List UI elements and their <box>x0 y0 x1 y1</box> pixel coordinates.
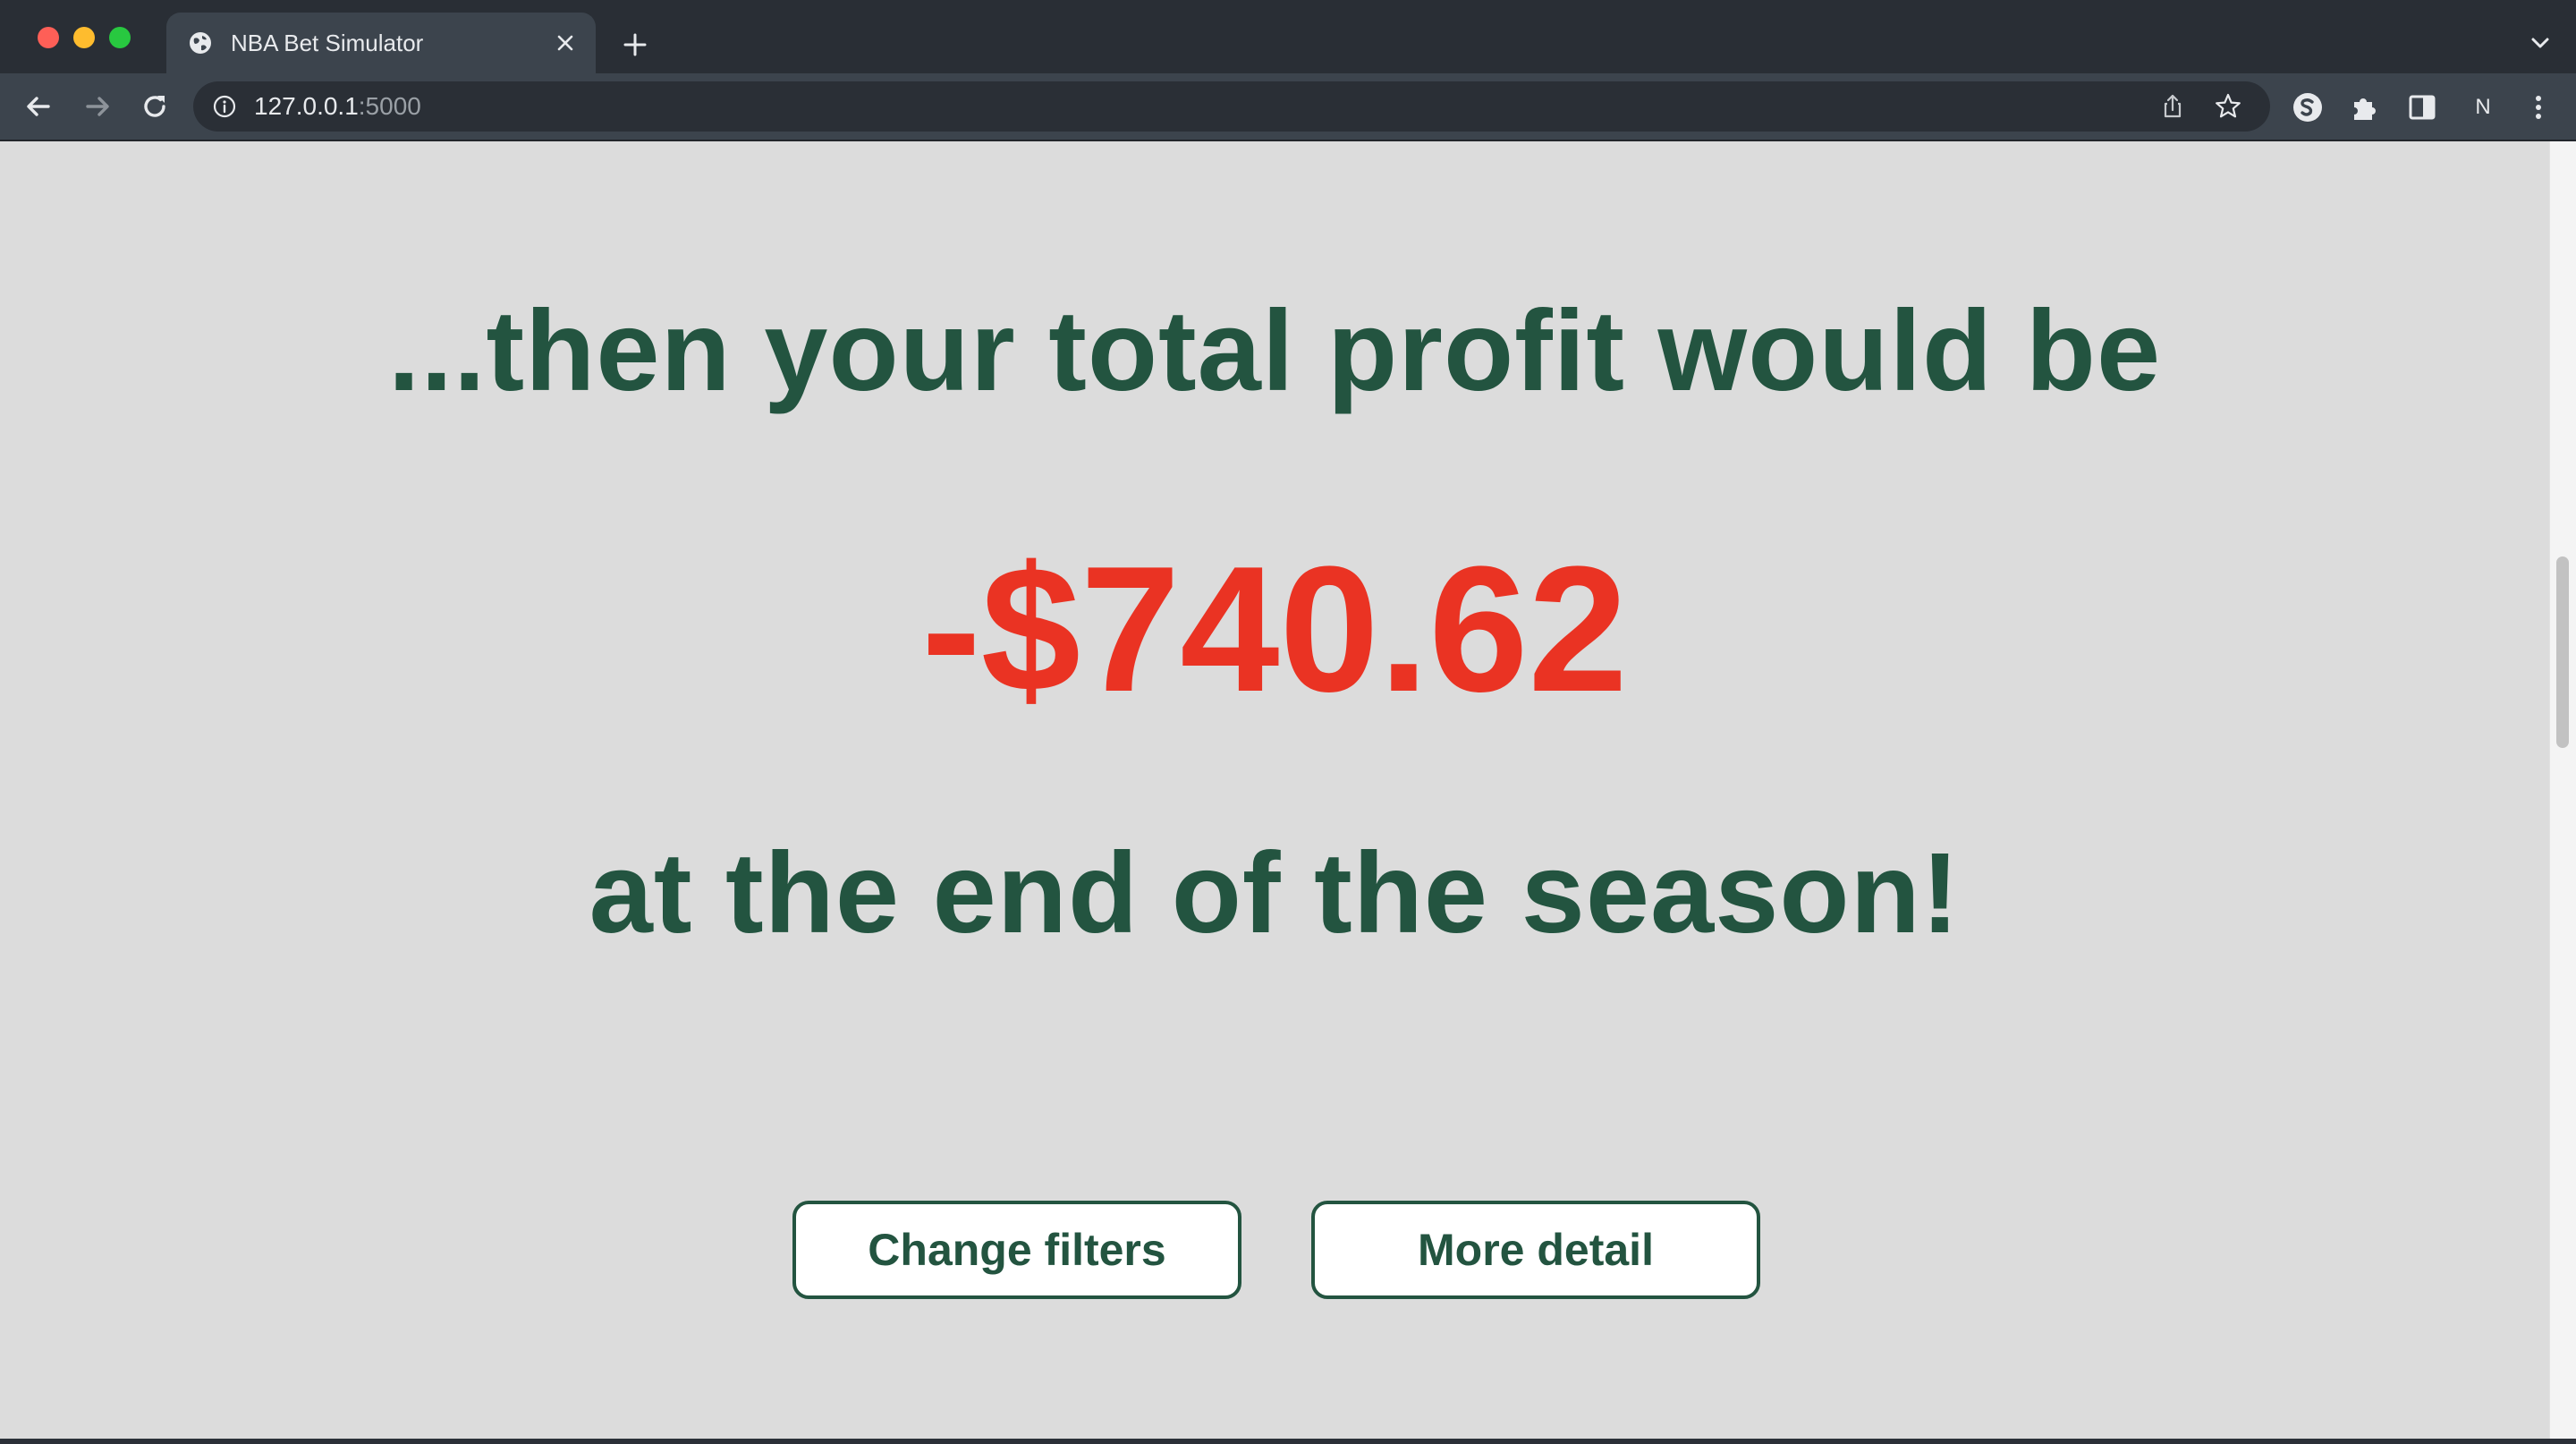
reload-icon[interactable] <box>136 88 174 125</box>
browser-toolbar: 127.0.0.1:5000 N <box>0 73 2576 141</box>
more-detail-button[interactable]: More detail <box>1311 1201 1760 1299</box>
tab-nba-bet-simulator[interactable]: NBA Bet Simulator <box>166 13 596 73</box>
url-text[interactable]: 127.0.0.1:5000 <box>254 91 421 122</box>
globe-icon <box>190 32 211 54</box>
close-icon[interactable] <box>551 29 580 57</box>
forward-arrow-icon[interactable] <box>79 88 116 125</box>
intro-heading: ...then your total profit would be <box>387 287 2162 415</box>
info-icon[interactable] <box>211 93 238 120</box>
puzzle-icon[interactable] <box>2347 89 2383 125</box>
back-arrow-icon[interactable] <box>20 88 57 125</box>
minimize-window-button[interactable] <box>73 27 95 48</box>
side-panel-icon[interactable] <box>2404 89 2440 125</box>
vertical-scrollbar[interactable] <box>2549 141 2576 1439</box>
share-icon[interactable] <box>2157 91 2188 122</box>
close-window-button[interactable] <box>38 27 59 48</box>
profit-amount: -$740.62 <box>921 530 1628 729</box>
page-viewport: ...then your total profit would be -$740… <box>0 141 2576 1439</box>
tab-title: NBA Bet Simulator <box>231 30 424 56</box>
star-icon[interactable] <box>2213 91 2243 122</box>
url-port: :5000 <box>358 92 421 120</box>
tab-strip: NBA Bet Simulator <box>0 0 2576 73</box>
url-host: 127.0.0.1 <box>254 92 359 120</box>
profile-avatar[interactable]: N <box>2465 89 2501 125</box>
outro-heading: at the end of the season! <box>589 829 1961 957</box>
chevron-down-icon[interactable] <box>2526 29 2555 57</box>
maximize-window-button[interactable] <box>109 27 131 48</box>
browser-window: NBA Bet Simulator 127.0.0.1:5000 N ...th… <box>0 0 2576 1444</box>
address-bar[interactable]: 127.0.0.1:5000 <box>193 81 2270 132</box>
change-filters-button[interactable]: Change filters <box>792 1201 1241 1299</box>
window-bottom-edge <box>0 1439 2576 1444</box>
plus-icon[interactable] <box>617 27 653 63</box>
kebab-menu-icon[interactable] <box>2521 89 2556 125</box>
extension-s-icon[interactable] <box>2290 89 2326 125</box>
scrollbar-thumb[interactable] <box>2556 556 2569 748</box>
